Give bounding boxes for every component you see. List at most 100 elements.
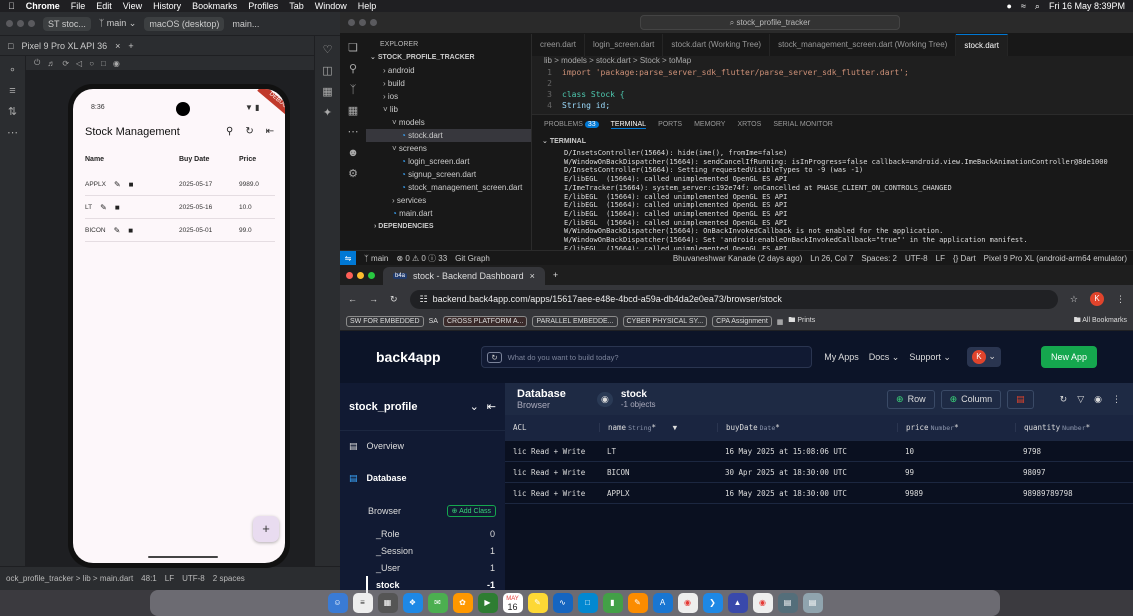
window-controls[interactable] bbox=[346, 271, 375, 279]
sidebar-class-item[interactable]: _Role 0 bbox=[340, 525, 505, 542]
pages-icon[interactable]: ✎ bbox=[627, 593, 648, 613]
settings-gear-icon[interactable]: ⚙ bbox=[346, 167, 360, 181]
window-controls[interactable] bbox=[6, 20, 35, 27]
close-icon[interactable]: × bbox=[530, 271, 535, 281]
run-config-selector[interactable]: main... bbox=[232, 19, 259, 29]
source-control-icon[interactable]: ᛉ bbox=[346, 83, 360, 97]
tab-memory[interactable]: MEMORY bbox=[694, 121, 725, 129]
finder-icon[interactable]: ☺ bbox=[327, 593, 348, 613]
sort-icon[interactable]: ▼ bbox=[673, 423, 678, 432]
app-switcher[interactable]: stock_profile ⌄ ⇤ bbox=[340, 383, 505, 431]
status-git-graph[interactable]: Git Graph bbox=[455, 254, 490, 263]
tree-section[interactable]: › DEPENDENCIES bbox=[366, 220, 531, 233]
more-icon[interactable]: ⋯ bbox=[6, 126, 20, 140]
volume-up-icon[interactable]: ♬ bbox=[47, 59, 55, 68]
editor-tab[interactable]: stock_management_screen.dart (Working Tr… bbox=[770, 34, 957, 56]
logout-icon[interactable]: ⇤ bbox=[266, 126, 274, 137]
menu-file[interactable]: File bbox=[71, 1, 86, 11]
edit-icon[interactable]: ✎ bbox=[114, 226, 121, 235]
table-cell-qty[interactable]: 98989789798 bbox=[1015, 489, 1133, 498]
table-row[interactable]: lic Read + Write LT 16 May 2025 at 15:08:0… bbox=[505, 441, 1133, 462]
profile-avatar[interactable]: K bbox=[1090, 292, 1104, 306]
delete-icon[interactable]: ▤ bbox=[1007, 389, 1034, 409]
more-icon[interactable]: ⋯ bbox=[346, 125, 360, 139]
code-editor[interactable]: 1 import 'package:parse_server_sdk_flutte… bbox=[532, 68, 1133, 114]
command-center-search[interactable]: ⌕ stock_profile_tracker bbox=[640, 15, 900, 30]
device-tab[interactable]: Pixel 9 Pro XL API 36 bbox=[21, 41, 107, 51]
address-bar[interactable]: ☷ backend.back4app.com/apps/15617aee-e48… bbox=[409, 289, 1058, 309]
search-icon[interactable]: ⚲ bbox=[346, 62, 360, 76]
freeform-icon[interactable]: ∿ bbox=[552, 593, 573, 613]
table-cell-acl[interactable]: lic Read + Write bbox=[505, 489, 599, 498]
table-cell-acl[interactable]: lic Read + Write bbox=[505, 468, 599, 477]
nav-docs[interactable]: Docs ⌄ bbox=[869, 352, 900, 363]
status-problems[interactable]: ⊗ 0 ⚠ 0 ⓘ 33 bbox=[396, 253, 447, 264]
editor-breadcrumb[interactable]: lib > models > stock.dart > Stock > toMa… bbox=[532, 56, 1133, 68]
table-row[interactable]: BICON ✎ ■ 2025-05-01 99.0 bbox=[85, 219, 275, 242]
bookmark-folder[interactable]: 🖿 Prints bbox=[788, 316, 815, 327]
tab-problems[interactable]: PROBLEMS 33 bbox=[544, 121, 599, 129]
rotate-icon[interactable]: ⟳ bbox=[62, 59, 69, 68]
apple-icon[interactable]:  bbox=[8, 1, 15, 11]
menu-tab[interactable]: Tab bbox=[289, 1, 304, 11]
project-selector[interactable]: ST stoc... bbox=[43, 16, 91, 31]
tree-file[interactable]: ◔ main.dart bbox=[366, 207, 531, 220]
status-position[interactable]: Ln 26, Col 7 bbox=[810, 254, 853, 263]
android-studio-icon[interactable]: ▲ bbox=[727, 593, 748, 613]
menu-profiles[interactable]: Profiles bbox=[248, 1, 278, 11]
table-row[interactable]: APPLX ✎ ■ 2025-05-17 9989.0 bbox=[85, 173, 275, 196]
table-cell-price[interactable]: 99 bbox=[897, 468, 1015, 477]
sparkle-icon[interactable]: ✦ bbox=[321, 106, 335, 120]
table-row[interactable]: lic Read + Write APPLX 16 May 2025 at 18:3… bbox=[505, 483, 1133, 504]
tree-folder[interactable]: › services bbox=[366, 194, 531, 207]
apps-grid-icon[interactable]: ▦ bbox=[777, 318, 784, 326]
new-app-button[interactable]: New App bbox=[1040, 346, 1097, 368]
overview-icon[interactable]: □ bbox=[101, 59, 106, 68]
notifications-icon[interactable]: ♡ bbox=[321, 43, 335, 57]
notes-icon[interactable]: ✎ bbox=[527, 593, 548, 613]
add-class-button[interactable]: ⊕ Add Class bbox=[446, 505, 496, 517]
wifi-icon[interactable]: ≈ bbox=[1021, 1, 1026, 11]
record-icon[interactable]: ● bbox=[1007, 1, 1012, 11]
calendar-icon[interactable]: MAY 16 bbox=[502, 593, 523, 613]
forward-icon[interactable]: → bbox=[369, 294, 378, 304]
add-row-button[interactable]: ⊕ Row bbox=[887, 389, 935, 409]
col-price[interactable]: price Number* bbox=[897, 423, 1015, 432]
chrome-icon[interactable]: ◉ bbox=[677, 593, 698, 613]
table-cell-price[interactable]: 10 bbox=[897, 447, 1015, 456]
table-cell-price[interactable]: 9989 bbox=[897, 489, 1015, 498]
editor-tab-active[interactable]: stock.dart bbox=[956, 34, 1009, 56]
bookmark[interactable]: CYBER PHYSICAL SY... bbox=[622, 316, 708, 327]
menu-bookmarks[interactable]: Bookmarks bbox=[192, 1, 237, 11]
menu-icon[interactable]: ⋮ bbox=[1116, 294, 1125, 305]
status-breadcrumb[interactable]: ock_profile_tracker > lib > main.dart bbox=[6, 574, 133, 583]
table-cell-qty[interactable]: 98097 bbox=[1015, 468, 1133, 477]
delete-icon[interactable]: ■ bbox=[129, 180, 134, 189]
collapse-sidebar-icon[interactable]: ⇤ bbox=[487, 400, 496, 413]
tree-file[interactable]: ◔ stock_management_screen.dart bbox=[366, 181, 531, 194]
trash-icon[interactable]: ▤ bbox=[802, 593, 823, 613]
menu-history[interactable]: History bbox=[153, 1, 181, 11]
col-quantity[interactable]: quantity Number* bbox=[1015, 423, 1133, 432]
refresh-icon[interactable]: ↻ bbox=[245, 126, 253, 137]
power-icon[interactable]: ⏻ bbox=[34, 58, 40, 68]
bookmark[interactable]: PARALLEL EMBEDDE... bbox=[532, 316, 618, 327]
tree-folder[interactable]: ˅ lib bbox=[366, 103, 531, 116]
status-lf[interactable]: LF bbox=[165, 574, 174, 583]
menu-window[interactable]: Window bbox=[315, 1, 347, 11]
preview-icon[interactable]: ▤ bbox=[777, 593, 798, 613]
lock-icon[interactable]: ◉ bbox=[597, 391, 613, 407]
col-acl[interactable]: ACL bbox=[505, 423, 599, 432]
status-encoding[interactable]: UTF-8 bbox=[905, 254, 928, 263]
device-selector[interactable]: macOS (desktop) bbox=[144, 16, 225, 31]
tab-terminal[interactable]: TERMINAL bbox=[610, 121, 647, 129]
tab-xrtos[interactable]: XRTOS bbox=[737, 121, 761, 129]
back-icon[interactable]: ← bbox=[348, 294, 357, 304]
structure-icon[interactable]: ≡ bbox=[6, 84, 20, 98]
status-spaces[interactable]: Spaces: 2 bbox=[861, 254, 897, 263]
facetime-icon[interactable]: ▶ bbox=[477, 593, 498, 613]
table-cell-date[interactable]: 16 May 2025 at 15:08:06 UTC bbox=[717, 447, 897, 456]
editor-tab[interactable]: stock.dart (Working Tree) bbox=[663, 34, 771, 56]
commit-icon[interactable]: ∘ bbox=[6, 63, 20, 77]
sidebar-item-overview[interactable]: ▤ Overview bbox=[340, 431, 505, 461]
